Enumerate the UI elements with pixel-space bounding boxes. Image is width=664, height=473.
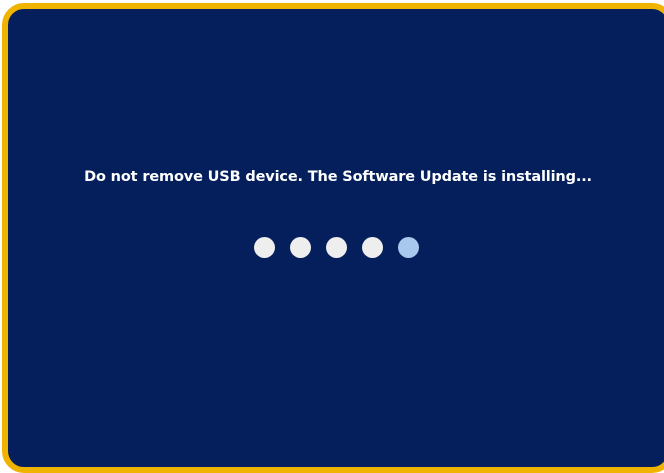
progress-dot	[254, 237, 275, 258]
progress-dot	[326, 237, 347, 258]
update-message: Do not remove USB device. The Software U…	[84, 169, 592, 185]
progress-dot	[290, 237, 311, 258]
progress-indicator	[254, 237, 419, 258]
update-screen: Do not remove USB device. The Software U…	[2, 3, 664, 473]
progress-dot-active	[398, 237, 419, 258]
progress-dot	[362, 237, 383, 258]
